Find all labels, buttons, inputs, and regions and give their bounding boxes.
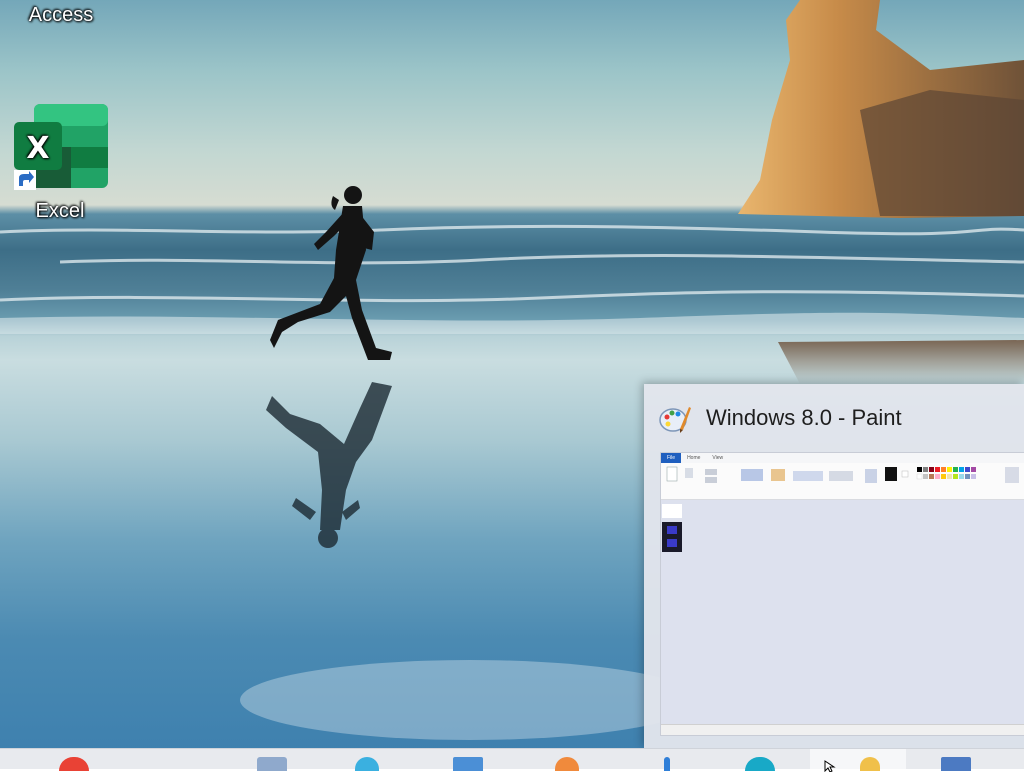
preview-title: Windows 8.0 - Paint (706, 405, 902, 430)
taskbar (0, 748, 1024, 773)
runner-reflection (266, 382, 392, 548)
thumb-ribbon-tabs: File Home View (661, 453, 1024, 463)
app-icon (941, 757, 971, 771)
paint-taskbar-preview[interactable]: Windows 8.0 - Paint File Home View (644, 384, 1024, 748)
thumb-ribbon (661, 463, 1024, 500)
excel-label: Excel (35, 200, 85, 222)
mail-icon (453, 757, 483, 771)
taskbar-mail-button[interactable] (446, 749, 490, 771)
paint-palette-icon (658, 401, 692, 435)
edge-icon (355, 757, 379, 771)
paint-window-thumbnail: File Home View (660, 452, 1024, 736)
taskbar-edge-blue-button[interactable] (738, 749, 782, 771)
taskbar-chrome-button[interactable] (52, 749, 96, 771)
preview-title-bar: Windows 8.0 - Paint (658, 400, 902, 436)
thumb-tab-file: File (661, 453, 682, 463)
desktop-icon-access[interactable]: Access (18, 4, 104, 27)
pin-icon (664, 757, 670, 771)
taskbar-window-button[interactable] (250, 749, 294, 771)
thumb-tab-view: View (712, 455, 724, 461)
access-label: Access (28, 4, 94, 26)
edge-blue-icon (745, 757, 775, 771)
taskbar-paint-button[interactable] (810, 749, 906, 773)
window-icon (257, 757, 287, 771)
excel-icon: X (10, 102, 110, 194)
chrome-icon (59, 757, 89, 771)
thumb-status-bar (661, 724, 1024, 735)
browser-icon (555, 757, 579, 771)
thumb-canvas (661, 500, 1024, 725)
taskbar-app-button[interactable] (934, 749, 978, 771)
desktop-icon-excel[interactable]: X Excel (8, 102, 112, 223)
thumb-tab-home: Home (687, 455, 701, 461)
svg-text:X: X (26, 131, 49, 166)
mouse-cursor-icon (824, 759, 836, 777)
taskbar-edge-button[interactable] (346, 749, 390, 771)
taskbar-pin-button[interactable] (646, 749, 690, 771)
paint-icon (860, 757, 880, 771)
taskbar-browser-button[interactable] (546, 749, 590, 771)
